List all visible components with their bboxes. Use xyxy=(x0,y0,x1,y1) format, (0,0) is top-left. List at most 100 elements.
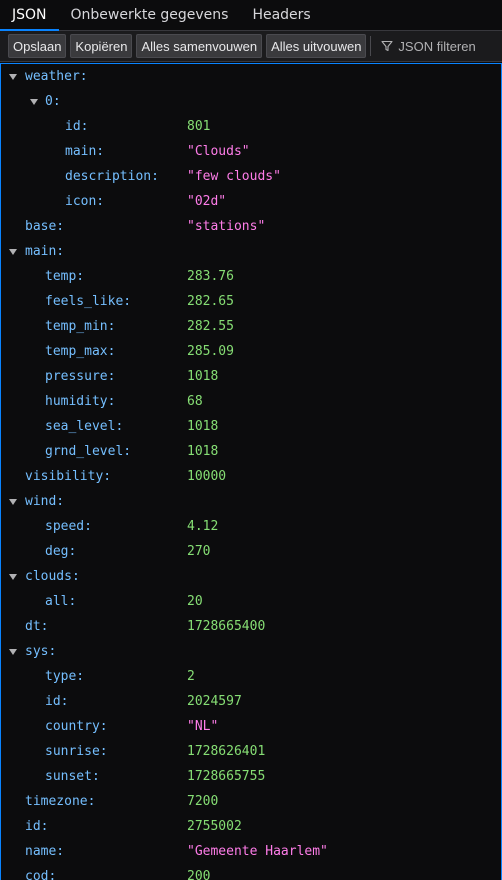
json-row[interactable]: id: 801 xyxy=(1,114,501,139)
expand-toggle-icon[interactable] xyxy=(8,564,18,589)
collapse-all-button[interactable]: Alles samenvouwen xyxy=(136,34,263,58)
json-key[interactable]: id: xyxy=(45,689,68,714)
json-row[interactable]: main: xyxy=(1,239,501,264)
json-row[interactable]: main: "Clouds" xyxy=(1,139,501,164)
json-key[interactable]: wind: xyxy=(25,489,64,514)
json-row[interactable]: type: 2 xyxy=(1,664,501,689)
json-string-value: "02d" xyxy=(187,194,227,209)
json-number-value: 1728665755 xyxy=(187,769,266,784)
expand-toggle-icon[interactable] xyxy=(8,639,18,664)
expand-toggle-icon[interactable] xyxy=(29,89,39,114)
json-key[interactable]: sys: xyxy=(25,639,56,664)
json-key[interactable]: temp: xyxy=(45,264,84,289)
json-string-value: "NL" xyxy=(187,719,219,734)
filter-placeholder: JSON filteren xyxy=(398,38,476,54)
json-row[interactable]: all: 20 xyxy=(1,589,501,614)
json-row[interactable]: sunset: 1728665755 xyxy=(1,764,501,789)
json-key[interactable]: description: xyxy=(65,164,159,189)
json-row[interactable]: temp_max: 285.09 xyxy=(1,339,501,364)
json-number-value: 68 xyxy=(187,394,203,409)
json-key[interactable]: name: xyxy=(25,839,64,864)
json-row[interactable]: feels_like: 282.65 xyxy=(1,289,501,314)
json-key[interactable]: all: xyxy=(45,589,76,614)
json-key[interactable]: base: xyxy=(25,214,64,239)
tab-json[interactable]: JSON xyxy=(0,0,59,31)
json-key[interactable]: icon: xyxy=(65,189,104,214)
json-key[interactable]: timezone: xyxy=(25,789,95,814)
json-row[interactable]: name: "Gemeente Haarlem" xyxy=(1,839,501,864)
json-row[interactable]: timezone: 7200 xyxy=(1,789,501,814)
json-number-value: 282.55 xyxy=(187,319,234,334)
tab-headers[interactable]: Headers xyxy=(240,0,322,30)
json-number-value: 2024597 xyxy=(187,694,242,709)
json-row[interactable]: grnd_level: 1018 xyxy=(1,439,501,464)
json-row[interactable]: id: 2755002 xyxy=(1,814,501,839)
json-number-value: 2755002 xyxy=(187,819,242,834)
json-key[interactable]: pressure: xyxy=(45,364,115,389)
tab-bar: JSON Onbewerkte gegevens Headers xyxy=(0,0,502,31)
json-row[interactable]: description: "few clouds" xyxy=(1,164,501,189)
json-row[interactable]: speed: 4.12 xyxy=(1,514,501,539)
json-key[interactable]: temp_max: xyxy=(45,339,115,364)
json-number-value: 4.12 xyxy=(187,519,219,534)
json-number-value: 1728665400 xyxy=(187,619,266,634)
json-key[interactable]: weather: xyxy=(25,64,88,89)
json-row[interactable]: base: "stations" xyxy=(1,214,501,239)
json-key[interactable]: speed: xyxy=(45,514,92,539)
expand-toggle-icon[interactable] xyxy=(8,64,18,89)
json-key[interactable]: main: xyxy=(65,139,104,164)
json-key[interactable]: country: xyxy=(45,714,108,739)
json-string-value: "stations" xyxy=(187,219,266,234)
expand-all-button[interactable]: Alles uitvouwen xyxy=(266,34,367,58)
json-key[interactable]: 0: xyxy=(45,89,61,114)
json-row[interactable]: sys: xyxy=(1,639,501,664)
filter-icon xyxy=(381,40,393,52)
json-key[interactable]: visibility: xyxy=(25,464,111,489)
json-key[interactable]: feels_like: xyxy=(45,289,131,314)
json-string-value: "Clouds" xyxy=(187,144,250,159)
json-key[interactable]: id: xyxy=(25,814,48,839)
json-row[interactable]: cod: 200 xyxy=(1,864,501,880)
json-key[interactable]: clouds: xyxy=(25,564,80,589)
json-number-value: 1728626401 xyxy=(187,744,266,759)
json-string-value: "Gemeente Haarlem" xyxy=(187,844,328,859)
json-row[interactable]: sea_level: 1018 xyxy=(1,414,501,439)
json-key[interactable]: deg: xyxy=(45,539,76,564)
json-key[interactable]: dt: xyxy=(25,614,48,639)
json-row[interactable]: temp_min: 282.55 xyxy=(1,314,501,339)
json-row[interactable]: country: "NL" xyxy=(1,714,501,739)
expand-toggle-icon[interactable] xyxy=(8,489,18,514)
json-row[interactable]: deg: 270 xyxy=(1,539,501,564)
json-row[interactable]: humidity: 68 xyxy=(1,389,501,414)
json-key[interactable]: humidity: xyxy=(45,389,115,414)
tab-raw-data[interactable]: Onbewerkte gegevens xyxy=(59,0,241,30)
json-key[interactable]: main: xyxy=(25,239,64,264)
json-row[interactable]: pressure: 1018 xyxy=(1,364,501,389)
json-row[interactable]: icon: "02d" xyxy=(1,189,501,214)
json-key[interactable]: cod: xyxy=(25,864,56,880)
expand-toggle-icon[interactable] xyxy=(8,239,18,264)
json-key[interactable]: id: xyxy=(65,114,88,139)
json-row[interactable]: weather: xyxy=(1,64,501,89)
json-key[interactable]: type: xyxy=(45,664,84,689)
filter-json-input[interactable]: JSON filteren xyxy=(375,38,476,54)
json-key[interactable]: sunset: xyxy=(45,764,100,789)
save-button[interactable]: Opslaan xyxy=(8,34,67,58)
copy-button[interactable]: Kopiëren xyxy=(70,34,133,58)
json-row[interactable]: sunrise: 1728626401 xyxy=(1,739,501,764)
json-row[interactable]: visibility: 10000 xyxy=(1,464,501,489)
json-key[interactable]: grnd_level: xyxy=(45,439,131,464)
json-row[interactable]: wind: xyxy=(1,489,501,514)
json-key[interactable]: sea_level: xyxy=(45,414,123,439)
json-key[interactable]: sunrise: xyxy=(45,739,108,764)
json-number-value: 1018 xyxy=(187,419,219,434)
json-row[interactable]: 0: xyxy=(1,89,501,114)
json-row[interactable]: dt: 1728665400 xyxy=(1,614,501,639)
json-number-value: 2 xyxy=(187,669,195,684)
json-row[interactable]: id: 2024597 xyxy=(1,689,501,714)
json-key[interactable]: temp_min: xyxy=(45,314,115,339)
toolbar: Opslaan Kopiëren Alles samenvouwen Alles… xyxy=(0,31,502,62)
json-row[interactable]: clouds: xyxy=(1,564,501,589)
json-number-value: 20 xyxy=(187,594,203,609)
json-row[interactable]: temp: 283.76 xyxy=(1,264,501,289)
